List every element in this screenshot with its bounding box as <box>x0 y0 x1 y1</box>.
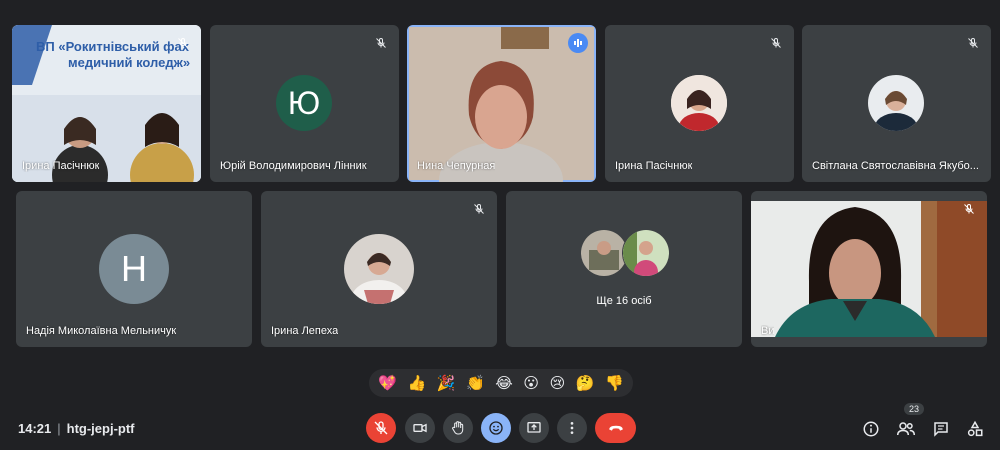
participant-tile-self[interactable]: Ви <box>751 191 987 347</box>
avatar: Ю <box>276 75 332 131</box>
hand-icon <box>452 421 464 435</box>
participant-name: Ви <box>761 325 775 337</box>
more-vert-icon <box>570 422 574 434</box>
participant-tile-irina-lepekha[interactable]: Ірина Лепеха <box>261 191 497 347</box>
participant-tile-nadiia[interactable]: Н Надія Миколаївна Мельничук <box>16 191 252 347</box>
avatar <box>344 234 414 304</box>
reaction-sparkling-heart[interactable]: 💖 <box>378 376 397 391</box>
reaction-thumbs-down[interactable]: 👎 <box>605 376 624 391</box>
people-count-badge: 23 <box>904 403 925 415</box>
reaction-crying[interactable]: 😢 <box>550 376 566 391</box>
activities-icon <box>967 420 983 437</box>
reaction-thumbs-up[interactable]: 👍 <box>408 376 427 391</box>
mic-off-icon <box>374 421 388 435</box>
participant-tile-svitlana[interactable]: Світлана Святославівна Якубо... <box>802 25 991 182</box>
meeting-time: 14:21 <box>18 421 52 436</box>
participant-tile-nina-speaking[interactable]: Нина Чепурная <box>407 25 596 182</box>
meeting-details-button[interactable] <box>860 418 882 440</box>
self-video-feed <box>751 201 987 337</box>
chat-icon <box>934 422 948 437</box>
chat-button[interactable] <box>930 418 952 440</box>
camera-toggle-button[interactable] <box>405 413 435 443</box>
leave-call-button[interactable] <box>595 413 636 443</box>
mic-off-icon <box>469 199 489 219</box>
participant-tile-irina-2[interactable]: Ірина Пасічнюк <box>605 25 794 182</box>
meeting-separator: | <box>57 421 61 436</box>
more-options-button[interactable] <box>557 413 587 443</box>
activities-button[interactable] <box>964 418 986 440</box>
speaking-indicator-icon <box>568 33 588 53</box>
video-feed <box>409 27 594 182</box>
people-button[interactable] <box>895 418 917 440</box>
reactions-button[interactable] <box>481 413 511 443</box>
more-participants-tile[interactable]: Ще 16 осіб <box>506 191 742 347</box>
mic-toggle-button[interactable] <box>366 413 396 443</box>
banner-text-line1: ВП «Рокитнівський фах <box>36 39 190 54</box>
reaction-clapping[interactable]: 👏 <box>466 376 485 391</box>
reaction-thinking[interactable]: 🤔 <box>576 376 595 391</box>
reaction-party-popper[interactable]: 🎉 <box>437 376 456 391</box>
mic-off-icon <box>959 199 979 219</box>
more-participants-label: Ще 16 осіб <box>596 295 652 307</box>
info-icon <box>863 421 879 437</box>
avatar <box>868 75 924 131</box>
present-screen-icon <box>527 422 541 433</box>
participant-name: Ірина Пасічнюк <box>22 160 100 172</box>
mic-off-icon <box>766 33 786 53</box>
mic-off-icon <box>371 33 391 53</box>
participant-name: Ірина Пасічнюк <box>615 160 693 172</box>
banner-text-line2: медичний коледж» <box>68 55 191 70</box>
smiley-icon <box>489 421 503 435</box>
present-screen-button[interactable] <box>519 413 549 443</box>
reaction-laughing[interactable]: 😂 <box>495 376 513 391</box>
meeting-info: 14:21 | htg-jepj-ptf <box>18 421 135 436</box>
participant-name: Надія Миколаївна Мельничук <box>26 325 177 337</box>
video-camera-icon <box>413 423 427 433</box>
participant-tile-yurii[interactable]: Ю Юрій Володимирович Лінник <box>210 25 399 182</box>
participant-name: Юрій Володимирович Лінник <box>220 160 367 172</box>
reaction-surprised[interactable]: 😮 <box>523 376 539 391</box>
participant-name: Ірина Лепеха <box>271 325 339 337</box>
mic-off-icon <box>173 33 193 53</box>
avatar <box>622 229 670 277</box>
end-call-icon <box>608 425 623 431</box>
people-icon <box>897 422 915 436</box>
avatar: Н <box>99 234 169 304</box>
avatar <box>580 229 628 277</box>
meeting-code: htg-jepj-ptf <box>66 421 135 436</box>
participant-tile-irina-1[interactable]: ВП «Рокитнівський фах медичний коледж» І… <box>12 25 201 182</box>
mic-off-icon <box>963 33 983 53</box>
participant-name: Нина Чепурная <box>417 160 496 172</box>
reactions-bar: 💖 👍 🎉 👏 😂 😮 😢 🤔 👎 <box>369 369 633 397</box>
avatar <box>671 75 727 131</box>
participant-name: Світлана Святославівна Якубо... <box>812 160 979 172</box>
raise-hand-button[interactable] <box>443 413 473 443</box>
